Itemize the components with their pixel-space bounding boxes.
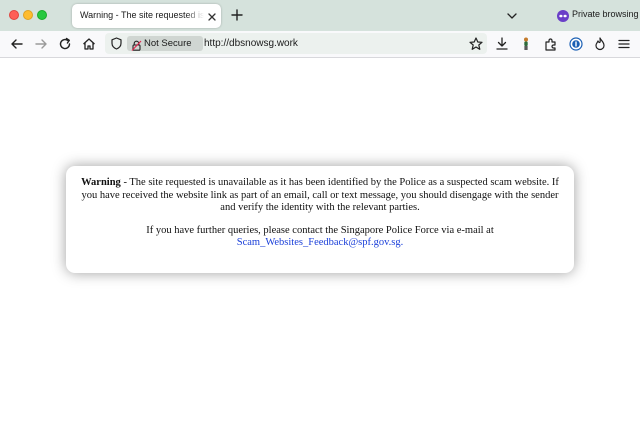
password-manager-icon[interactable]: [568, 36, 584, 52]
url-text[interactable]: http://dbsnowsg.work: [204, 38, 298, 49]
tab-title: Warning - The site requested is unavaila…: [80, 10, 204, 20]
tracking-shield-icon[interactable]: [110, 37, 123, 50]
nav-toolbar: Not Secure http://dbsnowsg.work: [0, 31, 640, 58]
private-browsing-label: Private browsing: [572, 9, 639, 19]
extension-figure-icon[interactable]: [518, 36, 534, 52]
url-bar[interactable]: Not Secure http://dbsnowsg.work: [105, 33, 487, 54]
flame-icon[interactable]: [592, 36, 608, 52]
not-secure-label: Not Secure: [144, 38, 192, 49]
not-secure-indicator[interactable]: Not Secure: [127, 36, 203, 51]
bookmark-star-icon[interactable]: [468, 36, 484, 52]
home-icon[interactable]: [81, 36, 97, 52]
back-icon[interactable]: [9, 36, 25, 52]
downloads-icon[interactable]: [494, 36, 510, 52]
warning-body: - The site requested is unavailable as i…: [81, 177, 559, 214]
tab-strip: Warning - The site requested is unavaila…: [0, 0, 640, 31]
contact-email-link[interactable]: Scam_Websites_Feedback@spf.gov.sg.: [237, 237, 404, 248]
warning-paragraph: Warning - The site requested is unavaila…: [74, 177, 566, 215]
insecure-lock-icon: [131, 38, 142, 51]
reload-icon[interactable]: [57, 36, 73, 52]
close-icon[interactable]: [206, 10, 218, 22]
window-close-button[interactable]: [9, 10, 19, 20]
contact-text: If you have further queries, please cont…: [146, 224, 494, 236]
contact-paragraph: If you have further queries, please cont…: [74, 225, 566, 250]
scam-warning-card: Warning - The site requested is unavaila…: [66, 166, 574, 273]
plus-icon[interactable]: [230, 8, 244, 22]
window-minimize-button[interactable]: [23, 10, 33, 20]
warning-heading: Warning: [81, 177, 121, 188]
window-maximize-button[interactable]: [37, 10, 47, 20]
forward-icon[interactable]: [33, 36, 49, 52]
menu-icon[interactable]: [616, 36, 632, 52]
private-mask-icon: [557, 9, 569, 22]
extensions-puzzle-icon[interactable]: [543, 36, 559, 52]
active-tab[interactable]: Warning - The site requested is unavaila…: [72, 4, 221, 28]
chevron-down-icon[interactable]: [505, 9, 519, 21]
